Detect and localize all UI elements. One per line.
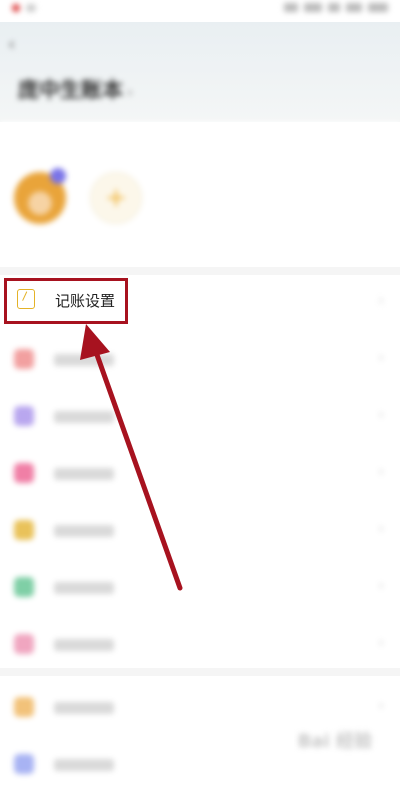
book-header: ‹ 庞中生账本 › (0, 22, 400, 122)
book-title-text: 庞中生账本 (18, 78, 123, 102)
menu-row-icon (14, 406, 34, 426)
menu-row-label (54, 702, 114, 714)
menu-row-icon (14, 634, 34, 654)
menu-row-icon (14, 754, 34, 774)
status-indicator-icon (26, 4, 36, 12)
chevron-right-icon: › (378, 521, 384, 537)
section-divider (0, 267, 400, 275)
menu-row-label (54, 411, 114, 423)
menu-row-label (54, 759, 114, 771)
menu-row[interactable]: › (0, 389, 400, 446)
menu-row-label (54, 525, 114, 537)
menu-row[interactable]: › (0, 560, 400, 617)
menu-row-icon (14, 520, 34, 540)
menu-row-icon (14, 577, 34, 597)
chevron-right-icon: › (378, 635, 384, 651)
status-right-icons (284, 3, 388, 12)
chevron-right-icon: › (378, 350, 384, 366)
plus-icon: + (105, 183, 127, 213)
menu-row-label (54, 468, 114, 480)
chevron-right-icon: › (378, 293, 384, 309)
watermark: Bai 经验 (297, 731, 372, 752)
menu-row-label (54, 582, 114, 594)
status-bar (0, 0, 400, 22)
chevron-right-icon: › (378, 407, 384, 423)
highlight-box (4, 278, 128, 324)
members-section: + (0, 122, 400, 267)
menu-row-label (54, 354, 114, 366)
back-arrow-icon[interactable]: ‹ (8, 34, 15, 55)
menu-row[interactable]: › (0, 503, 400, 560)
menu-row[interactable]: › (0, 446, 400, 503)
menu-row-icon (14, 463, 34, 483)
menu-row[interactable]: › (0, 332, 400, 389)
book-title[interactable]: 庞中生账本 › (18, 74, 133, 104)
menu-row[interactable]: › (0, 617, 400, 674)
title-chevron-icon: › (127, 85, 133, 101)
add-member-button[interactable]: + (90, 172, 142, 224)
menu-row-icon (14, 349, 34, 369)
notification-icon (12, 4, 20, 12)
menu-row-icon (14, 697, 34, 717)
chevron-right-icon: › (378, 578, 384, 594)
menu-row-label (54, 639, 114, 651)
section-divider (0, 668, 400, 676)
chevron-right-icon: › (378, 698, 384, 714)
avatar-badge-icon (50, 168, 66, 184)
chevron-right-icon: › (378, 464, 384, 480)
